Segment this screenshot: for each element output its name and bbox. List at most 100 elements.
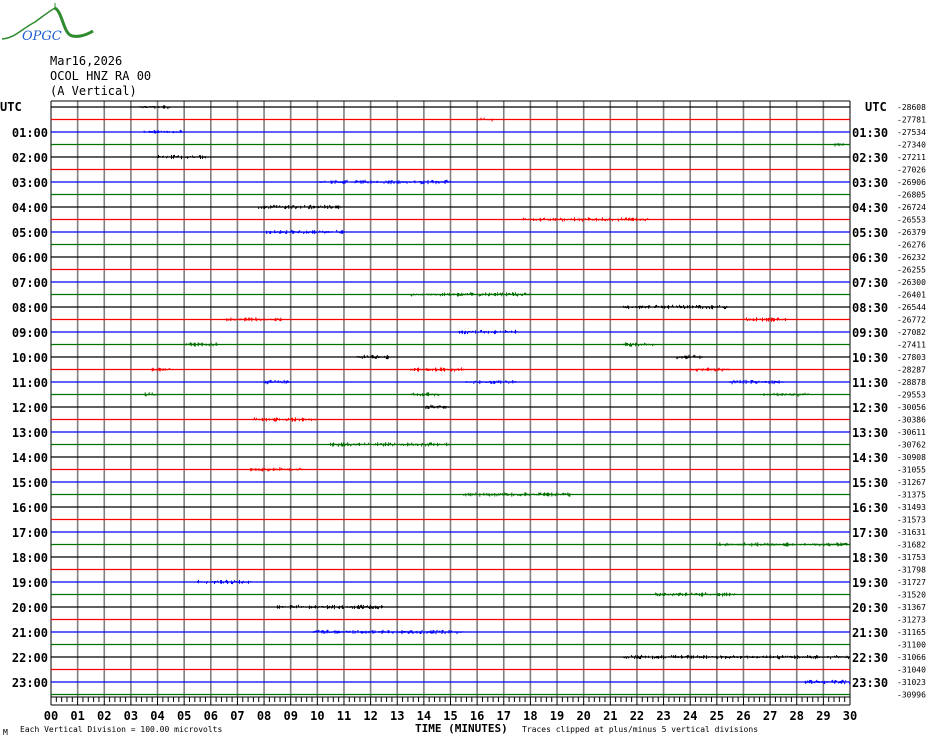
x-tick-label: 27 [763,709,777,723]
x-tick-label: 04 [150,709,164,723]
row-offset-value: -30996 [897,691,926,700]
x-tick-label: 12 [363,709,377,723]
row-offset-value: -26276 [897,241,926,250]
left-hour-label: 02:00 [12,151,48,165]
row-offset-value: -26300 [897,278,926,287]
x-tick-label: 05 [177,709,191,723]
scale-note: Each Vertical Division = 100.00 microvol… [20,725,222,734]
x-tick-label: 09 [283,709,297,723]
seismic-event [423,404,451,410]
row-offset-value: -28878 [897,378,926,387]
row-offset-value: -27026 [897,166,926,175]
left-hour-label: 11:00 [12,376,48,390]
row-offset-value: -26544 [897,303,926,312]
x-tick-label: 10 [310,709,324,723]
x-tick-label: 18 [523,709,537,723]
seismic-event [521,217,650,222]
right-hour-label: 12:30 [852,401,888,415]
seismic-event [250,467,305,472]
row-offset-value: -30386 [897,416,926,425]
seismic-event [623,304,731,310]
right-hour-label: 06:30 [852,251,888,265]
row-offset-value: -30056 [897,403,926,412]
right-hour-label: 10:30 [852,351,888,365]
seismic-event [197,579,251,585]
x-tick-label: 11 [337,709,351,723]
seismic-event [143,129,182,134]
right-utc-header: UTC [865,100,887,114]
right-hour-label: 11:30 [852,376,888,390]
x-tick-label: 23 [656,709,670,723]
row-offset-value: -31520 [897,591,926,600]
row-offset-value: -31273 [897,616,926,625]
right-hour-label: 09:30 [852,326,888,340]
seismic-event [157,154,208,160]
row-labels: -28608 -27781 -27534 -27340 -27211 -27026 -269… [12,103,926,700]
component-label: (A Vertical) [50,84,137,98]
left-hour-label: 20:00 [12,601,48,615]
right-hour-label: 17:30 [852,526,888,540]
x-tick-label: 13 [390,709,404,723]
right-hour-label: 19:30 [852,576,888,590]
seismic-event [252,417,317,422]
x-tick-label: 03 [124,709,138,723]
station-code: OCOL HNZ RA 00 [50,69,151,83]
left-hour-label: 08:00 [12,301,48,315]
seismic-event [716,542,851,547]
row-offset-value: -26772 [897,316,926,325]
row-offset-value: -31375 [897,491,926,500]
right-hour-label: 22:30 [852,651,888,665]
left-hour-label: 10:00 [12,351,48,365]
left-hour-label: 17:00 [12,526,48,540]
x-tick-label: 16 [470,709,484,723]
row-offset-value: -31055 [897,466,926,475]
row-offset-value: -31631 [897,528,926,537]
x-tick-label: 25 [710,709,724,723]
right-hour-label: 21:30 [852,626,888,640]
seismic-event [689,367,730,372]
seismic-event [476,117,493,122]
x-tick-label: 00 [44,709,58,723]
left-hour-label: 04:00 [12,201,48,215]
row-offset-value: -26805 [897,191,926,200]
row-offset-value: -31267 [897,478,926,487]
left-hour-label: 16:00 [12,501,48,515]
seismic-event [410,392,441,397]
seismic-event [226,317,283,322]
left-hour-label: 09:00 [12,326,48,340]
row-offset-value: -31573 [897,516,926,525]
row-offset-value: -31367 [897,603,926,612]
row-offset-value: -26906 [897,178,926,187]
seismic-event [258,204,342,210]
row-offset-value: -31493 [897,503,926,512]
right-hour-label: 02:30 [852,151,888,165]
x-tick-label: 15 [443,709,457,723]
right-hour-label: 05:30 [852,226,888,240]
x-tick-label: 07 [230,709,244,723]
seismic-event [655,592,736,597]
left-hour-label: 12:00 [12,401,48,415]
row-offset-value: -28608 [897,103,926,112]
time-axis: 00 01 02 03 04 05 06 07 08 09 10 11 12 13 14 15 16 17 18 19… [44,696,857,723]
helicorder-chart: OPGC Mar16,2026 OCOL HNZ RA 00 (A Vertic… [0,3,926,737]
seismic-event [729,379,784,385]
row-offset-value: -27803 [897,353,926,362]
seismic-event [410,292,530,297]
seismic-event [743,317,786,322]
right-hour-label: 23:30 [852,676,888,690]
row-offset-value: -31100 [897,641,926,650]
seismic-event [143,392,158,397]
seismic-event [319,179,451,185]
left-hour-label: 22:00 [12,651,48,665]
row-offset-value: -31727 [897,578,926,587]
row-offset-value: -26724 [897,203,926,212]
clip-note: Traces clipped at plus/minus 5 vertical … [522,725,758,734]
row-offset-value: -31023 [897,678,926,687]
row-offset-value: -26379 [897,228,926,237]
right-hour-label: 18:30 [852,551,888,565]
row-offset-value: -31066 [897,653,926,662]
x-tick-label: 01 [70,709,84,723]
seismic-event [463,380,518,385]
x-tick-label: 08 [257,709,271,723]
row-offset-value: -26553 [897,216,926,225]
